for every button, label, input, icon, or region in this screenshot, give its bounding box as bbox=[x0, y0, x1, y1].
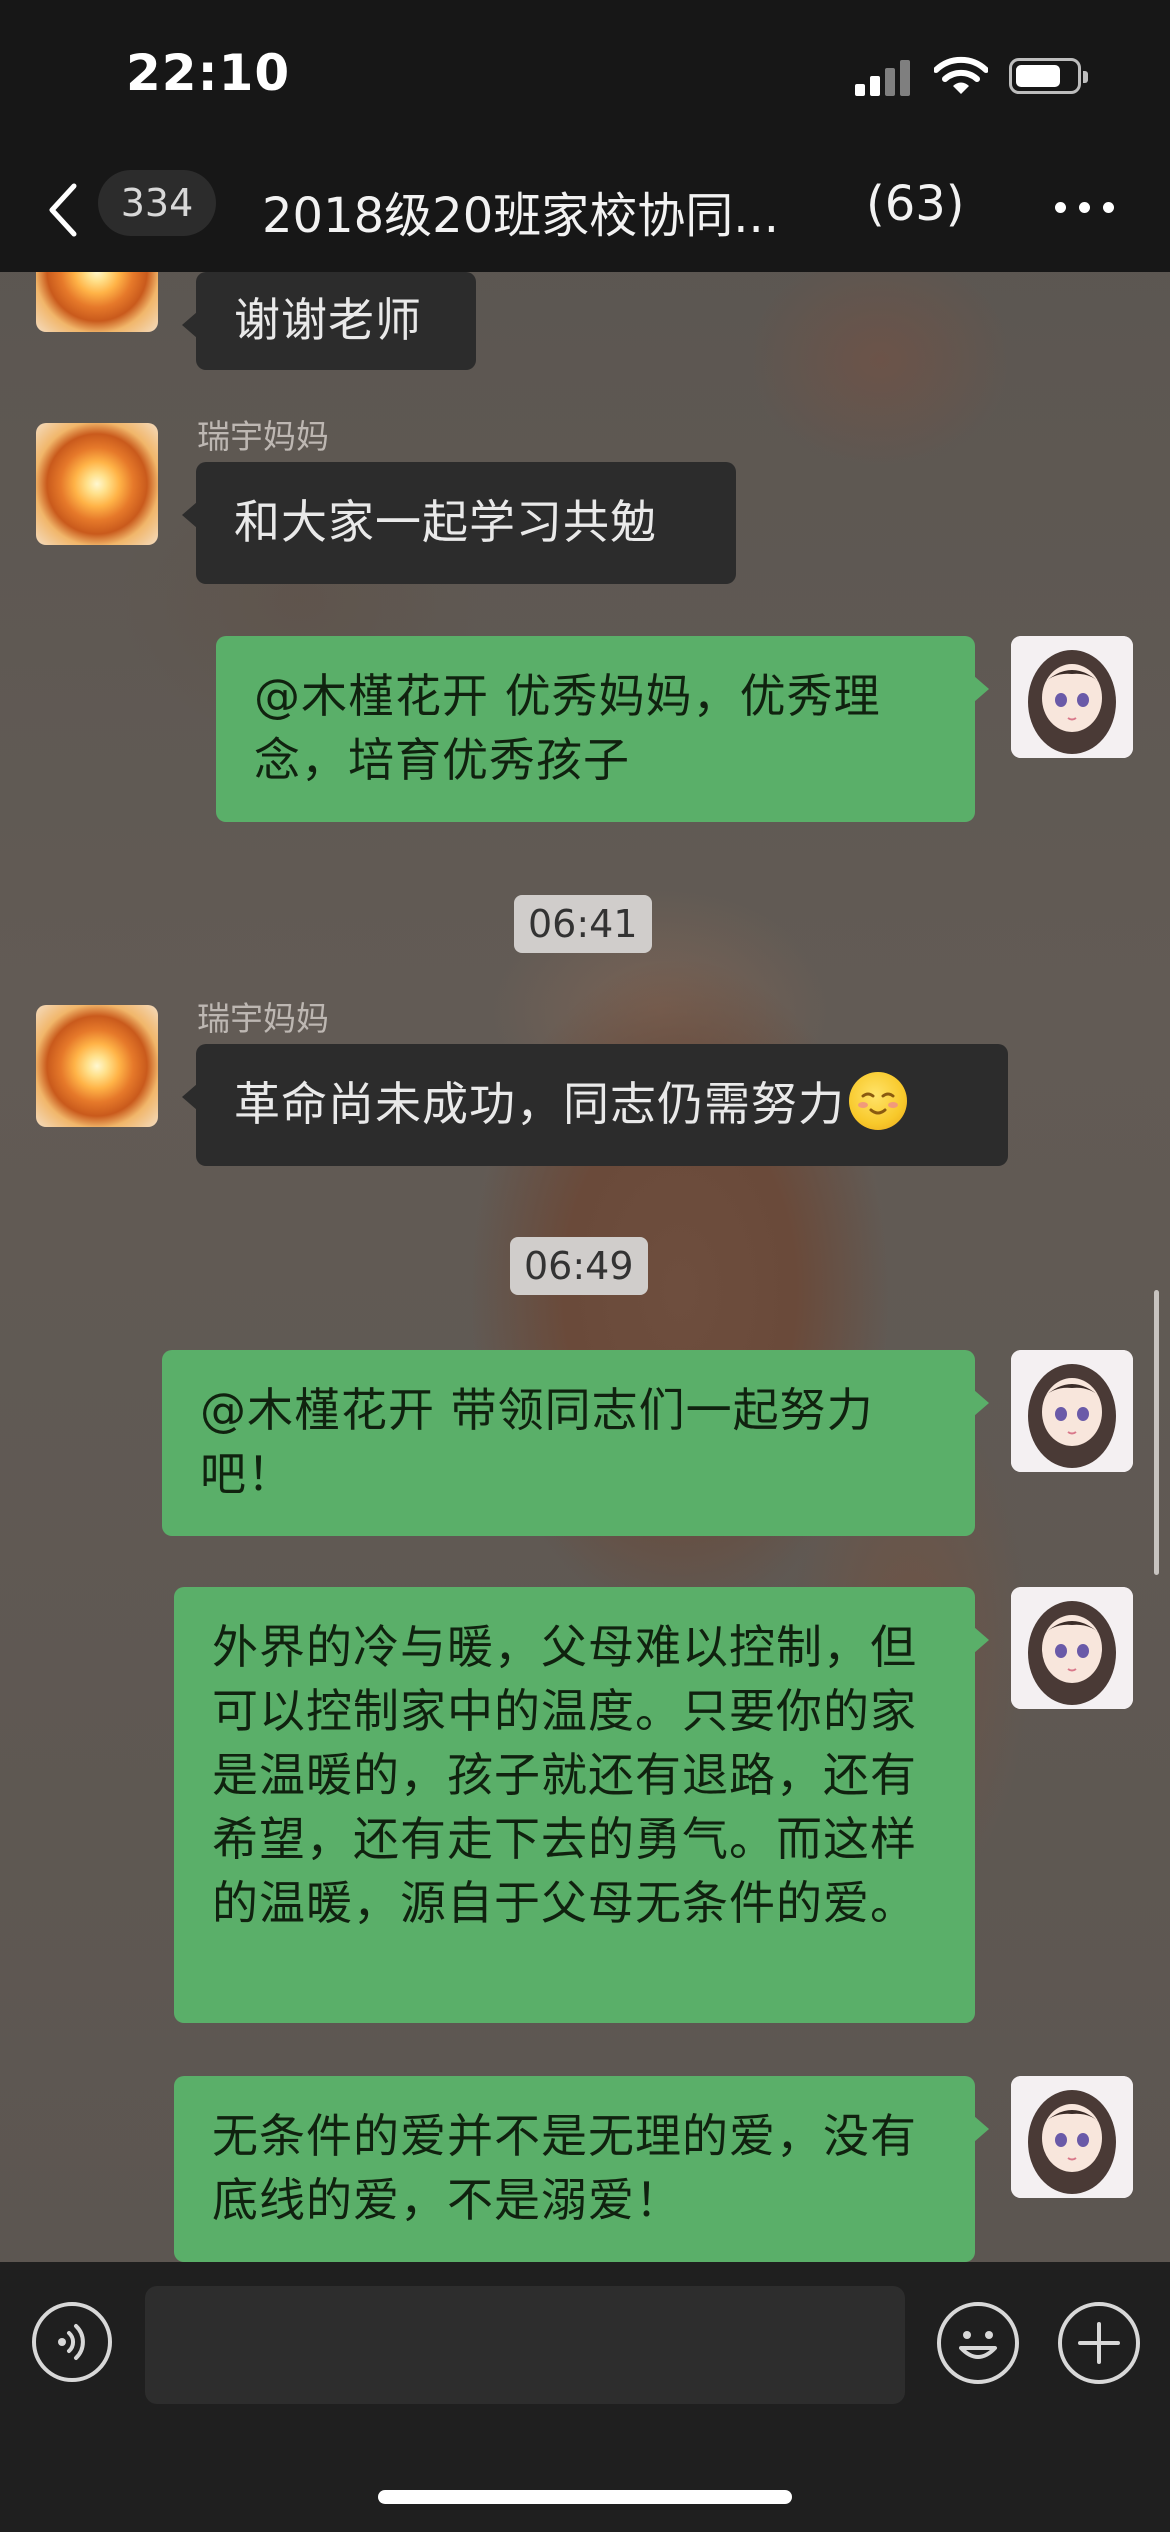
message-text: @木槿花开 优秀妈妈，优秀理念，培育优秀孩子 bbox=[254, 669, 881, 787]
message-input[interactable] bbox=[145, 2286, 905, 2404]
message-bubble[interactable]: 和大家一起学习共勉 bbox=[182, 462, 736, 584]
avatar[interactable] bbox=[36, 423, 158, 545]
avatar[interactable] bbox=[1011, 2076, 1133, 2198]
home-indicator[interactable] bbox=[378, 2490, 792, 2504]
chat-title[interactable]: 2018级20班家校协同... bbox=[262, 176, 779, 246]
unread-count-badge[interactable]: 334 bbox=[98, 170, 216, 236]
timestamp: 06:49 bbox=[510, 1237, 648, 1295]
battery-icon bbox=[1009, 58, 1088, 94]
girl-avatar-image bbox=[1011, 1587, 1133, 1709]
message-bubble[interactable]: 外界的冷与暖，父母难以控制，但可以控制家中的温度。只要你的家是温暖的，孩子就还有… bbox=[174, 1587, 989, 2023]
message-bubble[interactable]: @木槿花开 带领同志们一起努力吧！ bbox=[162, 1350, 989, 1536]
cellular-signal-icon bbox=[855, 60, 915, 96]
plus-icon[interactable] bbox=[1058, 2302, 1140, 2384]
girl-avatar-image bbox=[1011, 1350, 1133, 1472]
message-text: 无条件的爱并不是无理的爱，没有底线的爱，不是溺爱！ bbox=[212, 2109, 917, 2227]
sender-name: 瑞宇妈妈 bbox=[197, 417, 329, 456]
avatar[interactable] bbox=[1011, 1350, 1133, 1472]
smile-emoji bbox=[849, 1072, 907, 1130]
avatar[interactable] bbox=[1011, 1587, 1133, 1709]
timestamp: 06:41 bbox=[514, 895, 652, 953]
more-dots-icon[interactable] bbox=[1055, 202, 1115, 214]
message-bubble[interactable]: @木槿花开 优秀妈妈，优秀理念，培育优秀孩子 bbox=[216, 636, 989, 822]
member-count: (63) bbox=[866, 176, 965, 232]
message-text: 谢谢老师 bbox=[234, 293, 422, 347]
wifi-icon bbox=[934, 56, 988, 94]
status-bar: 22:10 bbox=[0, 0, 1170, 150]
sender-name: 瑞宇妈妈 bbox=[197, 999, 329, 1038]
emoji-icon[interactable] bbox=[937, 2302, 1019, 2384]
chevron-left-icon[interactable] bbox=[44, 180, 84, 240]
message-bubble[interactable]: 无条件的爱并不是无理的爱，没有底线的爱，不是溺爱！ bbox=[174, 2076, 989, 2262]
message-text: @木槿花开 带领同志们一起努力吧！ bbox=[200, 1383, 874, 1501]
status-time: 22:10 bbox=[126, 44, 291, 102]
girl-avatar-image bbox=[1011, 636, 1133, 758]
message-bubble[interactable]: 革命尚未成功，同志仍需努力 bbox=[182, 1044, 1008, 1166]
message-text: 外界的冷与暖，父母难以控制，但可以控制家中的温度。只要你的家是温暖的，孩子就还有… bbox=[212, 1620, 917, 1930]
message-text: 和大家一起学习共勉 bbox=[234, 495, 657, 549]
avatar[interactable] bbox=[1011, 636, 1133, 758]
scroll-indicator[interactable] bbox=[1154, 1290, 1159, 1575]
voice-icon[interactable] bbox=[32, 2302, 112, 2382]
message-bubble[interactable]: 谢谢老师 bbox=[182, 272, 476, 370]
message-text: 革命尚未成功，同志仍需努力 bbox=[234, 1077, 845, 1131]
avatar[interactable] bbox=[36, 1005, 158, 1127]
girl-avatar-image bbox=[1011, 2076, 1133, 2198]
